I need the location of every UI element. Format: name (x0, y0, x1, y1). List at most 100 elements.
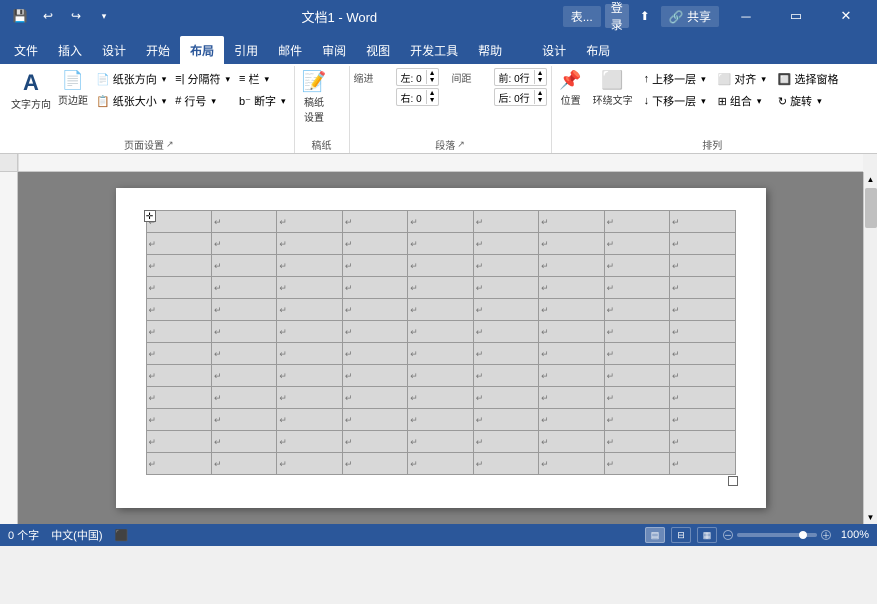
align-btn[interactable]: ⬜ 对齐 (714, 68, 770, 90)
table-cell[interactable]: ↵ (408, 233, 473, 255)
table-cell[interactable]: ↵ (408, 211, 473, 233)
table-cell[interactable]: ↵ (670, 255, 736, 277)
table-cell[interactable]: ↵ (342, 299, 407, 321)
table-row[interactable]: ↵↵↵↵↵↵↵↵↵ (146, 299, 735, 321)
send-backward-btn[interactable]: ↓ 下移一层 (640, 90, 710, 112)
indent-right-spinner[interactable]: 右: 0 ▲ ▼ (396, 88, 439, 106)
table-cell[interactable]: ↵ (146, 387, 211, 409)
table-cell[interactable]: ↵ (539, 211, 604, 233)
table-cell[interactable]: ↵ (211, 255, 276, 277)
table-row[interactable]: ↵↵↵↵↵↵↵↵↵ (146, 343, 735, 365)
table-cell[interactable]: ↵ (146, 431, 211, 453)
table-cell[interactable]: ↵ (342, 387, 407, 409)
save-quick-btn[interactable]: 💾 (8, 4, 32, 28)
table-cell[interactable]: ↵ (670, 277, 736, 299)
hyphenation-btn[interactable]: b⁻ 断字 (235, 90, 289, 112)
table-cell[interactable]: ↵ (342, 365, 407, 387)
table-cell[interactable]: ↵ (277, 255, 342, 277)
table-cell[interactable]: ↵ (604, 453, 669, 475)
indent-right-down[interactable]: ▼ (427, 97, 438, 104)
table-row[interactable]: ↵↵↵↵↵↵↵↵↵ (146, 431, 735, 453)
table-cell[interactable]: ↵ (146, 255, 211, 277)
spacing-after-spinner[interactable]: 后: 0行 ▲ ▼ (494, 88, 547, 106)
table-cell[interactable]: ↵ (539, 255, 604, 277)
close-btn[interactable]: ✕ (823, 0, 869, 32)
maximize-btn[interactable]: ▭ (773, 0, 819, 32)
tab-table-design[interactable]: 设计 (532, 36, 576, 64)
table-row[interactable]: ↵↵↵↵↵↵↵↵↵ (146, 211, 735, 233)
table-cell[interactable]: ↵ (211, 277, 276, 299)
table-cell[interactable]: ↵ (473, 431, 538, 453)
table-row[interactable]: ↵↵↵↵↵↵↵↵↵ (146, 453, 735, 475)
table-cell[interactable]: ↵ (277, 321, 342, 343)
line-numbers-btn[interactable]: # 行号 (171, 90, 234, 112)
view-web-btn[interactable]: ⊟ (671, 527, 691, 543)
tab-view[interactable]: 视图 (356, 36, 400, 64)
scroll-thumb[interactable] (865, 188, 877, 228)
table-cell[interactable]: ↵ (670, 321, 736, 343)
table-cell[interactable]: ↵ (146, 211, 211, 233)
table-cell[interactable]: ↵ (408, 255, 473, 277)
zoom-out-btn[interactable]: － (723, 530, 733, 540)
table-cell[interactable]: ↵ (670, 233, 736, 255)
table-cell[interactable]: ↵ (670, 453, 736, 475)
rotate-btn[interactable]: ↻ 旋转 (774, 90, 843, 112)
user-login-btn[interactable]: 登录 (605, 4, 629, 28)
table-cell[interactable]: ↵ (342, 409, 407, 431)
view-print-btn[interactable]: ▤ (645, 527, 665, 543)
table-cell[interactable]: ↵ (342, 321, 407, 343)
scroll-down-btn[interactable]: ▼ (864, 510, 877, 524)
paragraph-expand-btn[interactable]: ↗ (457, 139, 465, 150)
table-cell[interactable]: ↵ (473, 409, 538, 431)
table-cell[interactable]: ↵ (670, 409, 736, 431)
table-cell[interactable]: ↵ (211, 343, 276, 365)
table-row[interactable]: ↵↵↵↵↵↵↵↵↵ (146, 255, 735, 277)
text-direction-btn[interactable]: A 文字方向 (8, 68, 54, 113)
table-row[interactable]: ↵↵↵↵↵↵↵↵↵ (146, 365, 735, 387)
table-cell[interactable]: ↵ (408, 299, 473, 321)
table-cell[interactable]: ↵ (473, 365, 538, 387)
table-cell[interactable]: ↵ (342, 211, 407, 233)
table-cell[interactable]: ↵ (211, 387, 276, 409)
table-cell[interactable]: ↵ (211, 431, 276, 453)
table-cell[interactable]: ↵ (146, 277, 211, 299)
table-cell[interactable]: ↵ (146, 409, 211, 431)
spacing-after-down[interactable]: ▼ (535, 97, 546, 104)
table-cell[interactable]: ↵ (277, 431, 342, 453)
table-cell[interactable]: ↵ (473, 211, 538, 233)
table-row[interactable]: ↵↵↵↵↵↵↵↵↵ (146, 387, 735, 409)
tab-help[interactable]: 帮助 (468, 36, 512, 64)
table-cell[interactable]: ↵ (670, 343, 736, 365)
table-cell[interactable]: ↵ (408, 321, 473, 343)
table-cell[interactable]: ↵ (473, 233, 538, 255)
customize-quick-btn[interactable]: ▾ (92, 4, 116, 28)
table-cell[interactable]: ↵ (604, 321, 669, 343)
table-cell[interactable]: ↵ (277, 343, 342, 365)
draft-paper-btn[interactable]: 📝 稿纸设置 (299, 68, 330, 126)
table-cell[interactable]: ↵ (342, 343, 407, 365)
table-cell[interactable]: ↵ (277, 387, 342, 409)
table-cell[interactable]: ↵ (211, 409, 276, 431)
columns-btn[interactable]: ≡ 栏 (235, 68, 289, 90)
table-cell[interactable]: ↵ (604, 431, 669, 453)
table-resize-handle[interactable] (728, 476, 738, 486)
table-cell[interactable]: ↵ (211, 321, 276, 343)
table-cell[interactable]: ↵ (277, 277, 342, 299)
paper-size-btn[interactable]: 📋 纸张大小 (92, 90, 170, 112)
table-cell[interactable]: ↵ (539, 365, 604, 387)
table-cell[interactable]: ↵ (670, 431, 736, 453)
table-cell[interactable]: ↵ (211, 211, 276, 233)
tab-review[interactable]: 审阅 (312, 36, 356, 64)
table-cell[interactable]: ↵ (604, 387, 669, 409)
table-cell[interactable]: ↵ (539, 453, 604, 475)
table-cell[interactable]: ↵ (408, 409, 473, 431)
breaks-btn[interactable]: ≡| 分隔符 (171, 68, 234, 90)
spacing-before-down[interactable]: ▼ (535, 77, 546, 84)
tab-file[interactable]: 文件 (4, 36, 48, 64)
group-btn[interactable]: ⊞ 组合 (714, 90, 770, 112)
table-cell[interactable]: ↵ (539, 321, 604, 343)
document-table[interactable]: ↵↵↵↵↵↵↵↵↵↵↵↵↵↵↵↵↵↵↵↵↵↵↵↵↵↵↵↵↵↵↵↵↵↵↵↵↵↵↵↵… (146, 210, 736, 475)
table-row[interactable]: ↵↵↵↵↵↵↵↵↵ (146, 321, 735, 343)
spacing-after-up[interactable]: ▲ (535, 90, 546, 97)
table-cell[interactable]: ↵ (211, 453, 276, 475)
